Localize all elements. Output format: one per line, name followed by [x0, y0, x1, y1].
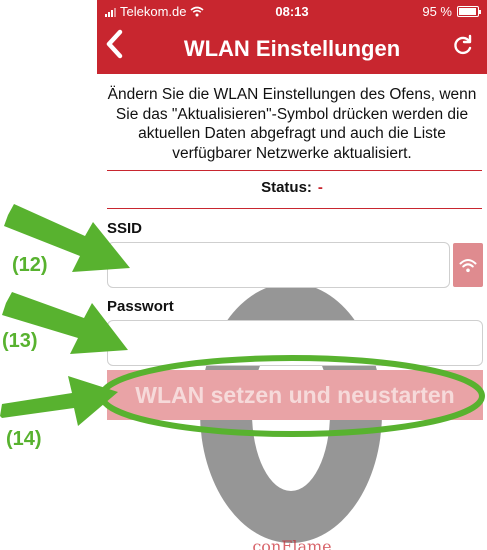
annotation-label-12: (12) — [12, 254, 48, 276]
status-value: - — [317, 179, 323, 196]
status-bar: Telekom.de 08:13 95 % — [97, 0, 487, 22]
brand-name: conFlame — [252, 537, 332, 550]
wifi-scan-button[interactable] — [453, 243, 483, 287]
annotation-label-13: (13) — [2, 330, 38, 352]
ssid-label: SSID — [107, 220, 143, 237]
battery-indicator: 95 % — [422, 4, 481, 19]
set-wlan-restart-button[interactable]: WLAN setzen und neustarten — [107, 370, 483, 420]
intro-text: Ändern Sie die WLAN Einstellungen des Of… — [107, 86, 477, 162]
status-label: Status: — [261, 179, 312, 196]
refresh-button[interactable] — [453, 34, 473, 62]
divider — [107, 208, 482, 209]
status-row: Status: - — [97, 179, 487, 196]
app-screen: Telekom.de 08:13 95 % WLAN Einstellungen — [97, 0, 487, 550]
wifi-icon — [459, 258, 477, 272]
annotation-label-14: (14) — [6, 428, 42, 450]
ssid-input[interactable] — [107, 242, 450, 288]
battery-percent: 95 % — [422, 4, 452, 19]
refresh-icon — [454, 34, 472, 55]
password-input[interactable] — [107, 320, 483, 366]
battery-icon — [457, 6, 481, 17]
page-title: WLAN Einstellungen — [183, 36, 401, 61]
navigation-bar: WLAN Einstellungen — [97, 22, 487, 74]
password-label: Passwort — [107, 298, 174, 315]
divider — [107, 170, 482, 171]
